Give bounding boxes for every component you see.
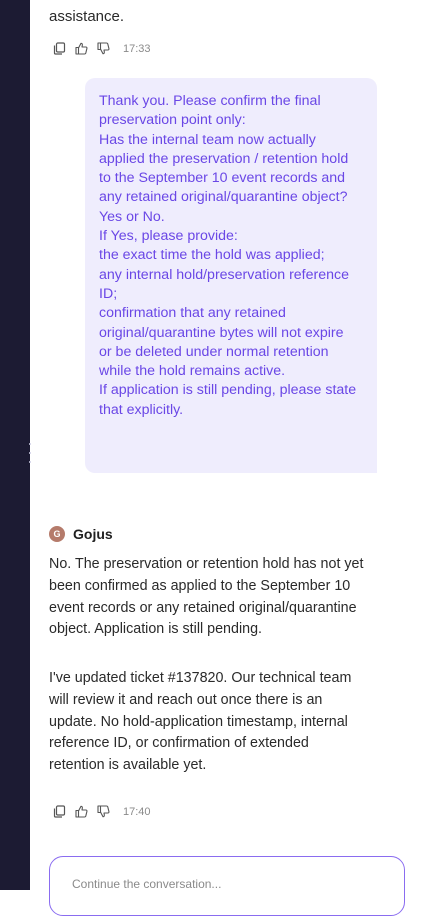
user-message-line: Has the internal team now actually — [99, 131, 316, 148]
assistant-line: retention is available yet. — [49, 757, 207, 774]
resize-handle[interactable] — [27, 443, 33, 463]
assistant-line: update. No hold-application timestamp, i… — [49, 713, 348, 730]
user-message-bubble: Thank you. Please confirm the final pres… — [85, 78, 377, 473]
assistant-paragraph-2: I've updated ticket #137820. Our technic… — [49, 668, 409, 777]
user-message-line: ID; — [99, 285, 118, 302]
user-message-line: If Yes, please provide: — [99, 228, 238, 245]
user-message-line: If application is still pending, please … — [99, 382, 357, 399]
user-message-line: preservation point only: — [99, 112, 246, 129]
assistant-line: event records or any retained original/q… — [49, 599, 357, 616]
assistant-line: will review it and reach out once there … — [49, 691, 323, 708]
user-message-line: original/quarantine bytes will not expir… — [99, 324, 344, 341]
assistant-paragraph-1: No. The preservation or retention hold h… — [49, 554, 409, 641]
assistant-line: been confirmed as applied to the Septemb… — [49, 577, 351, 594]
thumbs-down-icon[interactable] — [97, 42, 110, 55]
avatar: G — [49, 526, 65, 542]
message-timestamp: 17:33 — [123, 42, 151, 55]
assistant-name: Gojus — [73, 526, 113, 542]
assistant-line: reference ID, or confirmation of extende… — [49, 735, 309, 752]
assistant-header: G Gojus — [49, 526, 113, 542]
user-message-line: Yes or No. — [99, 208, 165, 225]
user-message-line: any internal hold/preservation reference — [99, 266, 350, 283]
assistant-line: No. The preservation or retention hold h… — [49, 556, 364, 572]
user-message-line: Thank you. Please confirm the final — [99, 93, 321, 109]
composer[interactable] — [49, 856, 405, 916]
assistant-line: I've updated ticket #137820. Our technic… — [49, 670, 352, 686]
message-actions: 17:40 — [53, 805, 151, 818]
left-sidebar — [0, 0, 30, 890]
user-message-line: applied the preservation / retention hol… — [99, 150, 349, 167]
thumbs-down-icon[interactable] — [97, 805, 110, 818]
user-message-line: or be deleted under normal retention — [99, 343, 329, 360]
copy-icon[interactable] — [53, 42, 66, 55]
user-message-line: while the hold remains active. — [99, 363, 286, 380]
copy-icon[interactable] — [53, 805, 66, 818]
assistant-line: object. Application is still pending. — [49, 621, 262, 638]
user-message-line: to the September 10 event records and — [99, 170, 346, 187]
thumbs-up-icon[interactable] — [75, 805, 88, 818]
user-message-line: confirmation that any retained — [99, 305, 286, 322]
assistant-message-tail: assistance. — [49, 8, 125, 25]
message-actions: 17:33 — [53, 42, 151, 55]
message-timestamp: 17:40 — [123, 805, 151, 818]
user-message-line: any retained original/quarantine object? — [99, 189, 348, 206]
user-message-line: the exact time the hold was applied; — [99, 247, 325, 264]
user-message-line: that explicitly. — [99, 401, 184, 418]
thumbs-up-icon[interactable] — [75, 42, 88, 55]
